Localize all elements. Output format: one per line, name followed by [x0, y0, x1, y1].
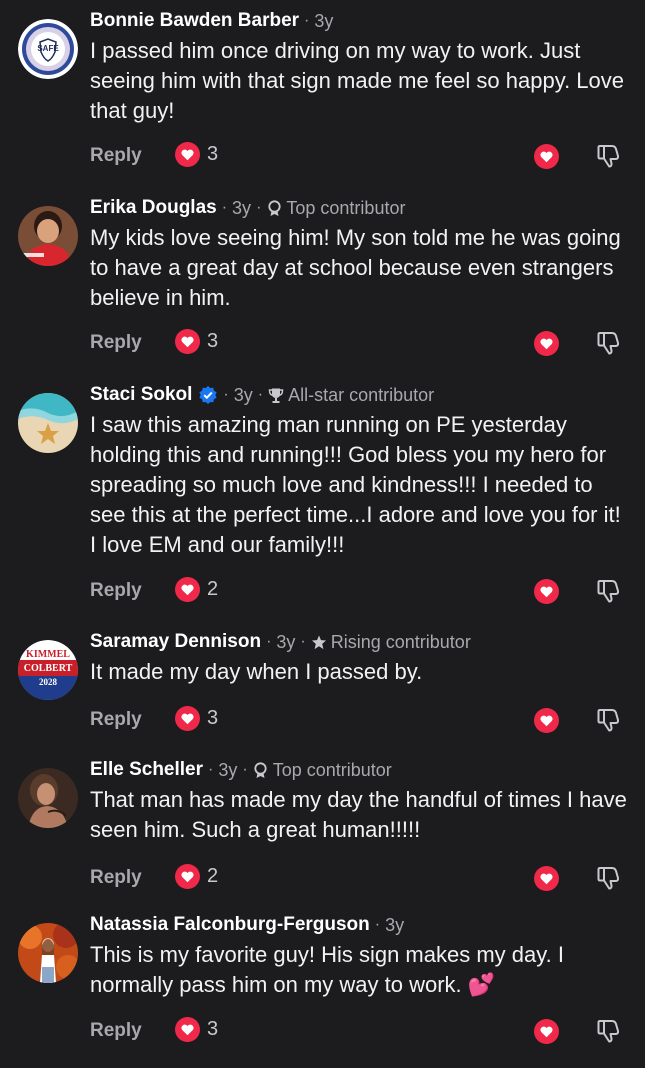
dislike-button[interactable] [596, 578, 620, 609]
author-name[interactable]: Saramay Dennison [90, 630, 261, 654]
contributor-badge[interactable]: All-star contributor [288, 383, 434, 407]
reaction-count: 3 [207, 707, 219, 729]
comment-text: That man has made my day the handful of … [90, 787, 627, 842]
separator-dot: · [208, 761, 214, 778]
separator-dot: · [256, 199, 262, 216]
timestamp[interactable]: 3y [218, 758, 237, 782]
timestamp[interactable]: 3y [385, 913, 404, 937]
separator-dot: · [242, 761, 248, 778]
reaction-summary[interactable]: 2 [175, 577, 218, 602]
reaction-count: 3 [207, 330, 219, 352]
thumbs-down-icon [597, 867, 620, 890]
separator-dot: · [300, 633, 306, 650]
author-name[interactable]: Staci Sokol [90, 383, 192, 407]
love-reaction-icon [175, 329, 200, 354]
avatar[interactable]: KIMMEL COLBERT 2028 [18, 640, 78, 700]
comment-text: My kids love seeing him! My son told me … [90, 225, 621, 310]
avatar[interactable] [18, 768, 78, 828]
thumbs-down-icon [597, 580, 620, 603]
love-button[interactable] [534, 708, 559, 738]
trophy-icon [268, 386, 284, 404]
avatar[interactable] [18, 923, 78, 983]
reaction-summary[interactable]: 3 [175, 706, 218, 731]
love-button[interactable] [534, 144, 559, 174]
medal-icon [266, 199, 282, 217]
star-icon [311, 633, 327, 651]
reply-button[interactable]: Reply [90, 580, 142, 602]
separator-dot: · [266, 633, 272, 650]
love-reaction-icon [175, 577, 200, 602]
thumbs-down-icon [597, 1020, 620, 1043]
heart-icon [534, 1019, 559, 1044]
author-name[interactable]: Elle Scheller [90, 758, 203, 782]
love-button[interactable] [534, 331, 559, 361]
comment-text: I saw this amazing man running on PE yes… [90, 412, 621, 557]
separator-dot: · [374, 916, 381, 933]
avatar-text: SAFE [37, 44, 59, 53]
dislike-button[interactable] [596, 330, 620, 361]
author-name[interactable]: Erika Douglas [90, 196, 217, 220]
comment-text: This is my favorite guy! His sign makes … [90, 942, 564, 997]
contributor-badge[interactable]: Top contributor [286, 196, 405, 220]
love-button[interactable] [534, 579, 559, 609]
reaction-summary[interactable]: 3 [175, 1017, 218, 1042]
reaction-count: 2 [207, 578, 219, 600]
separator-dot: · [304, 12, 310, 29]
reaction-count: 2 [207, 865, 219, 887]
svg-text:2028: 2028 [39, 677, 58, 687]
reply-button[interactable]: Reply [90, 867, 142, 889]
heart-icon [534, 331, 559, 356]
separator-dot: · [221, 199, 228, 216]
timestamp[interactable]: 3y [232, 196, 251, 220]
comment-text: It made my day when I passed by. [90, 659, 423, 684]
thumbs-down-icon [597, 709, 620, 732]
thumbs-down-icon [597, 332, 620, 355]
medal-icon [253, 761, 269, 779]
thumbs-down-icon [597, 145, 620, 168]
timestamp[interactable]: 3y [314, 9, 333, 33]
heart-icon [534, 144, 559, 169]
avatar[interactable]: SAFE [18, 19, 78, 79]
svg-text:COLBERT: COLBERT [24, 663, 73, 674]
love-reaction-icon [175, 142, 200, 167]
reaction-summary[interactable]: 2 [175, 864, 218, 889]
heart-icon [534, 866, 559, 891]
contributor-badge[interactable]: Rising contributor [331, 630, 471, 654]
dislike-button[interactable] [596, 1018, 620, 1049]
reaction-count: 3 [207, 1018, 219, 1040]
reply-button[interactable]: Reply [90, 1020, 142, 1042]
heart-icon [534, 579, 559, 604]
love-reaction-icon [175, 864, 200, 889]
avatar[interactable] [18, 393, 78, 453]
timestamp[interactable]: 3y [276, 630, 295, 654]
separator-dot: · [257, 386, 264, 403]
love-button[interactable] [534, 866, 559, 896]
reply-button[interactable]: Reply [90, 332, 142, 354]
reaction-count: 3 [207, 143, 219, 165]
dislike-button[interactable] [596, 865, 620, 896]
comment-text: I passed him once driving on my way to w… [90, 38, 625, 123]
timestamp[interactable]: 3y [234, 383, 253, 407]
contributor-badge[interactable]: Top contributor [273, 758, 392, 782]
separator-dot: · [223, 386, 229, 403]
reaction-summary[interactable]: 3 [175, 329, 218, 354]
love-button[interactable] [534, 1019, 559, 1049]
reply-button[interactable]: Reply [90, 145, 142, 167]
dislike-button[interactable] [596, 143, 620, 174]
author-name[interactable]: Bonnie Bawden Barber [90, 9, 299, 33]
verified-badge-icon [198, 385, 218, 405]
avatar[interactable] [18, 206, 78, 266]
author-name[interactable]: Natassia Falconburg-Ferguson [90, 913, 370, 937]
dislike-button[interactable] [596, 707, 620, 738]
heart-icon [534, 708, 559, 733]
love-reaction-icon [175, 1017, 200, 1042]
svg-text:KIMMEL: KIMMEL [26, 649, 70, 660]
love-reaction-icon [175, 706, 200, 731]
reply-button[interactable]: Reply [90, 709, 142, 731]
reaction-summary[interactable]: 3 [175, 142, 218, 167]
